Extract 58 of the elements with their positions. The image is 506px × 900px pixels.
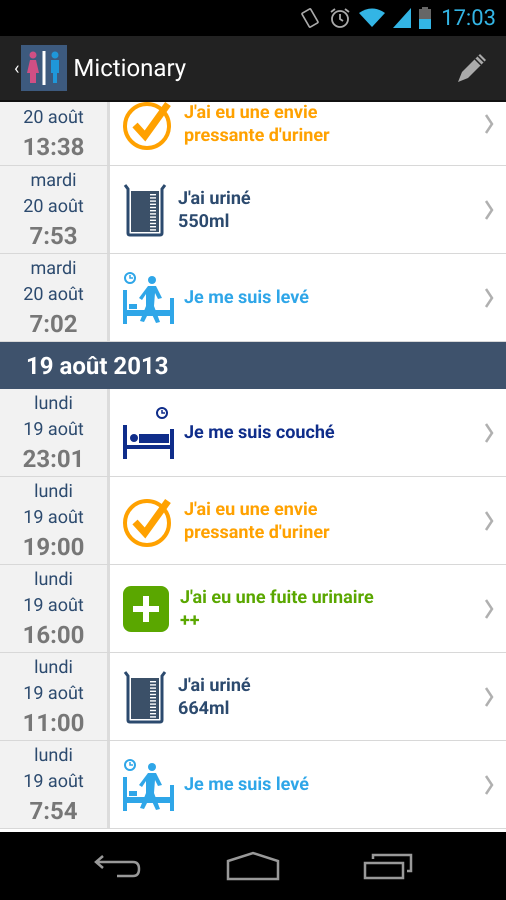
entry-title: Je me suis couché bbox=[184, 421, 336, 444]
entry-detail: ++ bbox=[180, 608, 201, 632]
time-label: 19:00 bbox=[22, 532, 84, 562]
day-label: mardi bbox=[30, 168, 77, 192]
entry-title: J'ai uriné bbox=[178, 674, 252, 696]
beaker-icon bbox=[122, 670, 168, 724]
date-label: 20 août bbox=[23, 106, 84, 130]
day-label: lundi bbox=[34, 568, 73, 592]
date-label: 19 août bbox=[23, 506, 84, 530]
back-button[interactable]: ‹ bbox=[14, 54, 20, 82]
chevron-icon bbox=[484, 598, 494, 618]
chevron-icon bbox=[484, 774, 494, 794]
entry-title: J'ai eu une envie pressante d'uriner bbox=[184, 102, 331, 146]
date-label: 19 août bbox=[23, 682, 84, 706]
entry-title: J'ai eu une envie pressante d'uriner bbox=[184, 498, 331, 544]
entry-title: Je me suis levé bbox=[184, 773, 310, 796]
chevron-icon bbox=[484, 288, 494, 308]
time-label: 16:00 bbox=[22, 620, 84, 650]
time-label: 7:02 bbox=[29, 308, 78, 340]
day-label: lundi bbox=[34, 392, 73, 416]
chevron-icon bbox=[484, 200, 494, 220]
entry-detail: 664ml bbox=[178, 696, 230, 720]
chevron-icon bbox=[484, 114, 494, 134]
time-label: 7:54 bbox=[29, 796, 78, 826]
date-label: 19 août bbox=[23, 594, 84, 618]
signal-icon bbox=[393, 8, 412, 28]
battery-icon bbox=[419, 7, 432, 29]
date-label: 20 août bbox=[23, 194, 84, 218]
entry-title: Je me suis levé bbox=[184, 286, 310, 309]
day-label: lundi bbox=[34, 744, 73, 768]
clock-time: 17:03 bbox=[441, 4, 496, 32]
chevron-icon bbox=[484, 422, 494, 442]
restroom-logo-icon bbox=[21, 45, 68, 91]
time-label: 13:38 bbox=[22, 132, 84, 163]
alarm-icon bbox=[329, 7, 352, 29]
app-title: Mictionary bbox=[73, 53, 188, 84]
date-label: 19 août bbox=[23, 770, 84, 794]
vibrate-icon bbox=[299, 7, 322, 29]
entry-title: J'ai eu une fuite urinaire bbox=[180, 586, 375, 608]
day-label: lundi bbox=[34, 480, 73, 504]
date-label: 20 août bbox=[23, 282, 84, 306]
date-header: 19 août 2013 bbox=[0, 342, 506, 389]
beaker-icon bbox=[122, 182, 168, 236]
bed-with-clock-icon bbox=[122, 406, 174, 458]
entry-detail: 550ml bbox=[178, 210, 230, 232]
person-leaving-bed-icon bbox=[122, 758, 174, 810]
date-label: 19 août bbox=[23, 418, 84, 442]
entry-title: J'ai uriné bbox=[178, 186, 252, 210]
wifi-icon bbox=[359, 8, 386, 28]
person-leaving-bed-icon bbox=[122, 272, 174, 324]
day-label: mardi bbox=[30, 256, 77, 280]
time-label: 7:53 bbox=[29, 220, 78, 252]
time-label: 11:00 bbox=[22, 708, 84, 738]
time-label: 23:01 bbox=[22, 444, 84, 474]
chevron-icon bbox=[484, 686, 494, 706]
plus-icon bbox=[122, 584, 170, 632]
day-label: lundi bbox=[34, 656, 73, 680]
chevron-icon bbox=[484, 510, 494, 530]
